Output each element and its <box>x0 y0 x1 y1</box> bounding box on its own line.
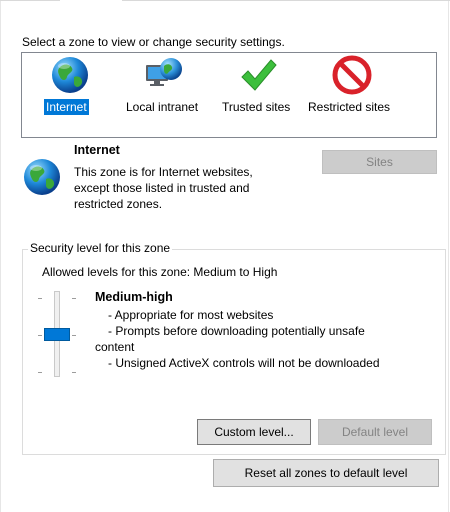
level-bullet: - Unsigned ActiveX controls will not be … <box>108 356 380 370</box>
security-level-description: - Appropriate for most websites - Prompt… <box>95 307 408 371</box>
zone-internet[interactable]: Internet <box>44 53 100 133</box>
tab-strip-edge <box>0 0 450 6</box>
level-bullet: - Prompts before downloading potentially… <box>108 324 365 338</box>
zone-restricted-sites[interactable]: Restricted sites <box>306 53 400 133</box>
zone-label-trusted-sites: Trusted sites <box>222 100 291 114</box>
zone-title: Internet <box>74 143 120 157</box>
globe-icon <box>52 57 88 93</box>
checkmark-icon <box>241 59 277 91</box>
zone-label-local-intranet: Local intranet <box>126 100 199 114</box>
level-bullet: content <box>95 340 135 354</box>
zone-list[interactable]: Internet Local intranet Trusted sites Re… <box>21 52 437 138</box>
zone-label-restricted-sites: Restricted sites <box>308 100 391 114</box>
allowed-levels-label: Allowed levels for this zone: Medium to … <box>42 265 278 279</box>
zone-prompt-label: Select a zone to view or change security… <box>22 35 285 49</box>
zone-description: This zone is for Internet websites, exce… <box>74 165 253 211</box>
level-bullet: - Appropriate for most websites <box>108 308 274 322</box>
custom-level-button[interactable]: Custom level... <box>197 419 311 445</box>
reset-all-zones-button[interactable]: Reset all zones to default level <box>213 459 439 487</box>
zone-label-internet: Internet <box>44 99 89 115</box>
globe-icon <box>24 159 60 195</box>
tab-border-left <box>0 0 1 512</box>
security-level-slider-thumb[interactable] <box>44 328 70 341</box>
zone-local-intranet[interactable]: Local intranet <box>124 53 208 133</box>
default-level-button[interactable]: Default level <box>318 419 432 445</box>
intranet-icon <box>146 58 182 86</box>
zone-trusted-sites[interactable]: Trusted sites <box>220 53 300 133</box>
restricted-icon <box>332 55 372 95</box>
sites-button[interactable]: Sites <box>322 150 437 174</box>
security-level-title: Medium-high <box>95 290 173 304</box>
security-level-group-label: Security level for this zone <box>28 241 173 255</box>
tab-border-right <box>448 0 449 512</box>
